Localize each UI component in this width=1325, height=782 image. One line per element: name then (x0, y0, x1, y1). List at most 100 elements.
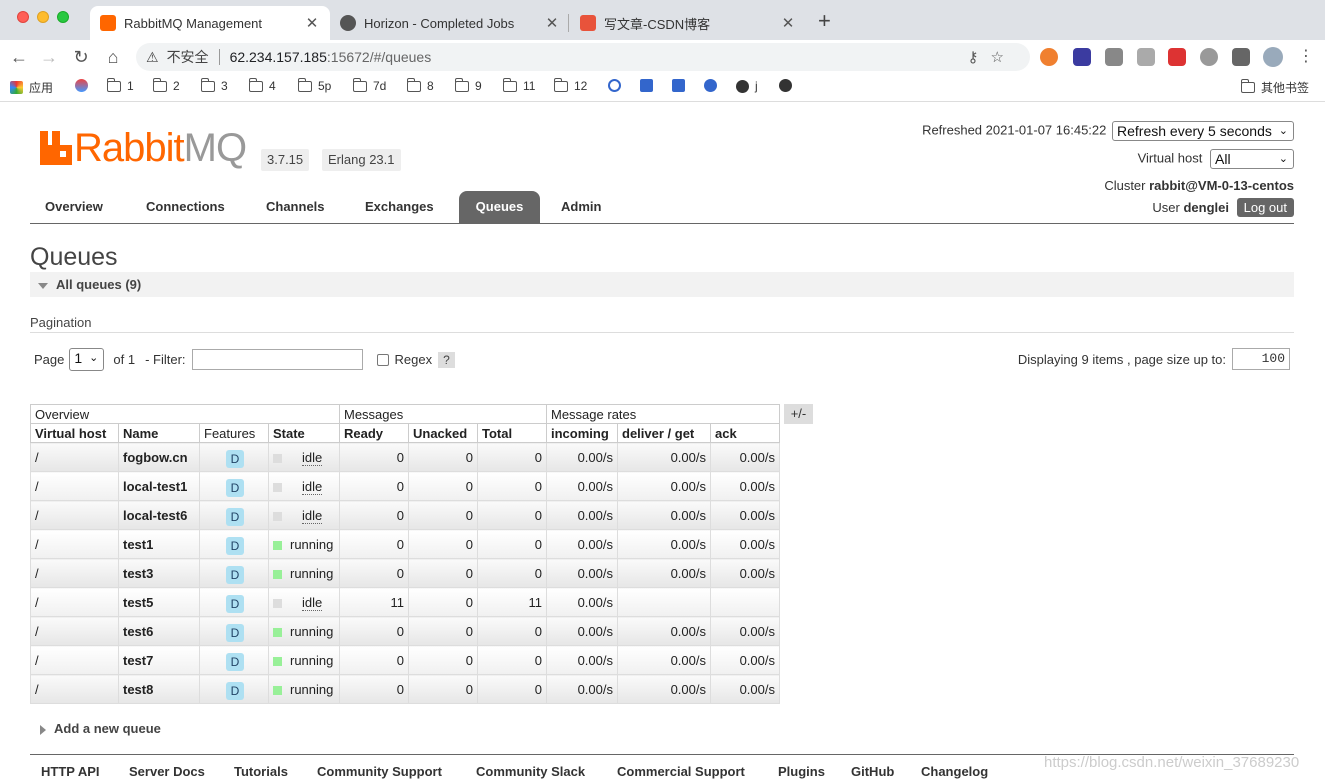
column-header-ack[interactable]: ack (710, 423, 780, 443)
add-queue-toggle[interactable]: Add a new queue (40, 721, 161, 736)
extension-icon[interactable] (1137, 48, 1155, 66)
tab-overview[interactable]: Overview (31, 191, 117, 223)
tab-admin[interactable]: Admin (547, 191, 615, 223)
bookmark-folder[interactable]: 11 (502, 77, 535, 93)
bookmark-apps[interactable]: 应用 (10, 79, 53, 96)
extension-icon[interactable] (1200, 48, 1218, 66)
bookmark-folder[interactable]: 8 (406, 77, 434, 93)
column-header-total[interactable]: Total (477, 423, 547, 443)
address-bar[interactable]: ⚠ 不安全 62.234.157.185:15672/#/queues ⚷☆ (136, 43, 1030, 71)
bookmark-item[interactable] (75, 79, 94, 92)
close-tab-icon[interactable]: ✕ (544, 14, 560, 32)
browser-tab-rabbitmq[interactable]: RabbitMQ Management ✕ (90, 6, 330, 40)
queue-name-link[interactable]: local-test6 (118, 500, 200, 530)
tab-connections[interactable]: Connections (132, 191, 239, 223)
queue-name-link[interactable]: test1 (118, 529, 200, 559)
footer-link-community-slack[interactable]: Community Slack (476, 764, 585, 779)
filter-input[interactable] (191, 349, 363, 370)
column-header-name[interactable]: Name (118, 423, 200, 443)
puzzle-icon[interactable] (1232, 48, 1250, 66)
queue-name-link[interactable]: fogbow.cn (118, 442, 200, 472)
close-tab-icon[interactable]: ✕ (304, 14, 320, 32)
vhost-select[interactable]: All ⌄ (1210, 149, 1294, 169)
column-header-state[interactable]: State (268, 423, 340, 443)
minimize-window-icon[interactable] (37, 11, 49, 23)
browser-tab-horizon[interactable]: Horizon - Completed Jobs ✕ (330, 6, 570, 40)
bookmark-item[interactable] (672, 79, 691, 92)
footer-link-github[interactable]: GitHub (851, 764, 894, 779)
profile-avatar[interactable] (1263, 47, 1283, 67)
bookmark-item[interactable] (704, 79, 723, 92)
bookmark-folder[interactable]: 2 (152, 77, 180, 93)
queue-name-link[interactable]: test3 (118, 558, 200, 588)
tab-exchanges[interactable]: Exchanges (351, 191, 448, 223)
forward-icon[interactable]: → (36, 44, 62, 70)
table-row: / test5 Didle 11 0 11 0.00/s (30, 587, 780, 617)
key-icon[interactable]: ⚷ (968, 49, 991, 66)
close-window-icon[interactable] (17, 11, 29, 23)
queue-name-link[interactable]: test7 (118, 645, 200, 675)
bookmark-folder[interactable]: 4 (248, 77, 276, 93)
browser-toolbar: ← → ↻ ⌂ ⚠ 不安全 62.234.157.185:15672/#/que… (0, 40, 1325, 74)
column-header-unacked[interactable]: Unacked (408, 423, 478, 443)
tab-title: RabbitMQ Management (124, 15, 263, 31)
queue-name-link[interactable]: test5 (118, 587, 200, 617)
durable-badge: D (226, 566, 244, 584)
extension-icon[interactable] (1073, 48, 1091, 66)
refresh-interval-select[interactable]: Refresh every 5 seconds ⌄ (1112, 121, 1294, 141)
cell-unacked: 0 (408, 558, 478, 588)
star-icon[interactable]: ☆ (991, 49, 1016, 66)
close-tab-icon[interactable]: ✕ (780, 14, 796, 32)
footer-link-changelog[interactable]: Changelog (921, 764, 988, 779)
home-icon[interactable]: ⌂ (100, 44, 126, 70)
regex-checkbox[interactable] (376, 353, 389, 366)
bookmark-item[interactable] (779, 79, 798, 92)
tab-channels[interactable]: Channels (252, 191, 339, 223)
queue-name-link[interactable]: local-test1 (118, 471, 200, 501)
footer-link-server-docs[interactable]: Server Docs (129, 764, 205, 779)
footer-link-http-api[interactable]: HTTP API (41, 764, 100, 779)
bookmark-folder[interactable]: 12 (553, 77, 587, 93)
other-bookmarks[interactable]: 其他书签 (1240, 79, 1309, 96)
state-label: running (290, 681, 334, 697)
new-tab-icon[interactable]: + (818, 8, 831, 34)
page-select[interactable]: 1 ⌄ (69, 348, 105, 371)
bookmark-site-icon (75, 79, 88, 92)
column-header-vhost[interactable]: Virtual host (30, 423, 119, 443)
bookmark-item[interactable] (608, 79, 627, 92)
footer-link-community-support[interactable]: Community Support (317, 764, 442, 779)
tab-queues[interactable]: Queues (459, 191, 540, 223)
menu-icon[interactable]: ⋮ (1298, 46, 1314, 66)
extension-icon[interactable] (1105, 48, 1123, 66)
bookmark-folder[interactable]: 9 (454, 77, 482, 93)
footer-link-tutorials[interactable]: Tutorials (234, 764, 288, 779)
durable-badge: D (226, 479, 244, 497)
maximize-window-icon[interactable] (57, 11, 69, 23)
state-indicator-icon (273, 569, 282, 579)
folder-icon (200, 77, 215, 92)
browser-tab-csdn[interactable]: 写文章-CSDN博客 ✕ (570, 6, 806, 40)
footer-link-commercial-support[interactable]: Commercial Support (617, 764, 745, 779)
bookmark-item[interactable]: j (736, 79, 758, 93)
bookmark-folder[interactable]: 3 (200, 77, 228, 93)
back-icon[interactable]: ← (6, 44, 32, 70)
extension-icon[interactable] (1040, 48, 1058, 66)
bookmark-folder[interactable]: 5p (297, 77, 331, 93)
queue-name-link[interactable]: test6 (118, 616, 200, 646)
bookmark-item[interactable] (640, 79, 659, 92)
reload-icon[interactable]: ↻ (68, 44, 94, 70)
footer-link-plugins[interactable]: Plugins (778, 764, 825, 779)
queue-name-link[interactable]: test8 (118, 674, 200, 704)
help-button[interactable]: ? (438, 351, 455, 368)
all-queues-toggle[interactable]: All queues (9) (30, 272, 1294, 297)
bookmark-folder[interactable]: 1 (106, 77, 134, 93)
column-header-incoming[interactable]: incoming (546, 423, 618, 443)
filter-label: - Filter: (145, 352, 186, 367)
page-size-input[interactable]: 100 (1232, 348, 1290, 370)
column-header-ready[interactable]: Ready (339, 423, 409, 443)
extension-icon[interactable] (1168, 48, 1186, 66)
column-header-deliver-get[interactable]: deliver / get (617, 423, 711, 443)
toggle-columns-button[interactable]: +/- (784, 404, 813, 424)
folder-icon (106, 77, 121, 92)
bookmark-folder[interactable]: 7d (352, 77, 386, 93)
